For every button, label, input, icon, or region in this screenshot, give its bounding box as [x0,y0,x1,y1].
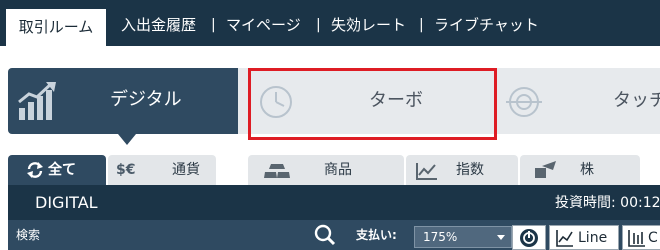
tab-currency-label: 通貨 [172,162,200,178]
tab-trading-room[interactable]: 取引ルーム [6,9,106,46]
tab-currency[interactable]: $€ 通貨 [108,155,216,185]
search-input[interactable]: 検索 [16,228,40,242]
nav-link-my-page[interactable]: マイページ [226,14,301,36]
payout-value: 175% [423,230,458,244]
tab-index[interactable]: 指数 [406,155,518,185]
tab-index-label: 指数 [456,162,484,178]
payout-select[interactable]: 175% [414,226,512,248]
tab-commodity[interactable]: 商品 [248,155,404,185]
active-caret [118,134,136,145]
candlestick-icon [628,230,645,247]
option-type-touch[interactable]: タッチ [500,68,660,134]
nav-separator: | [211,17,216,33]
option-type-digital-label: デジタル [110,89,182,110]
top-navigation: 取引ルーム 入出金履歴 | マイページ | 失効レート | ライブチャット [0,0,660,46]
refresh-icon [27,162,43,178]
gauge-icon [520,229,538,247]
bar-chart-up-icon [18,82,56,120]
target-icon [506,87,542,117]
nav-link-deposit-history[interactable]: 入出金履歴 [121,14,196,36]
line-chart-icon [556,230,573,247]
tab-stock-label: 株 [580,162,594,178]
line-chart-icon [416,163,437,180]
asset-tabs: 全て $€ 通貨 商品 指数 株 [0,150,660,185]
section-title: DIGITAL [35,193,98,212]
line-chart-button[interactable]: Line [549,225,619,250]
nav-separator: | [316,17,321,33]
option-type-touch-label: タッチ [613,90,660,111]
candle-chart-button[interactable]: C [622,225,660,250]
currency-icon: $€ [116,162,136,178]
candle-chart-button-label: C [648,230,658,246]
highlight-box [248,68,497,140]
search-icon[interactable] [314,224,336,246]
controls-bar: 検索 支払い: 175% Line C [8,220,660,250]
option-type-digital[interactable]: デジタル [8,68,238,145]
tab-all-label: 全て [48,162,76,178]
investment-time: 投資時間: 00:12 [555,195,660,211]
nav-separator: | [419,17,424,33]
payout-label: 支払い: [356,228,397,242]
chart-mode-button[interactable] [512,225,546,250]
digital-header-bar: DIGITAL 投資時間: 00:12 [8,185,660,220]
gold-bars-icon [264,164,290,178]
tab-commodity-label: 商品 [324,162,352,178]
line-chart-button-label: Line [578,230,608,246]
stock-exchange-icon [535,161,556,178]
option-type-selector: デジタル ターボ タッチ [0,46,660,150]
nav-link-expired-rates[interactable]: 失効レート [331,14,406,36]
nav-link-live-chat[interactable]: ライブチャット [434,14,539,36]
tab-all[interactable]: 全て [8,155,106,185]
chevron-down-icon [497,235,505,240]
tab-stock[interactable]: 株 [520,155,640,185]
